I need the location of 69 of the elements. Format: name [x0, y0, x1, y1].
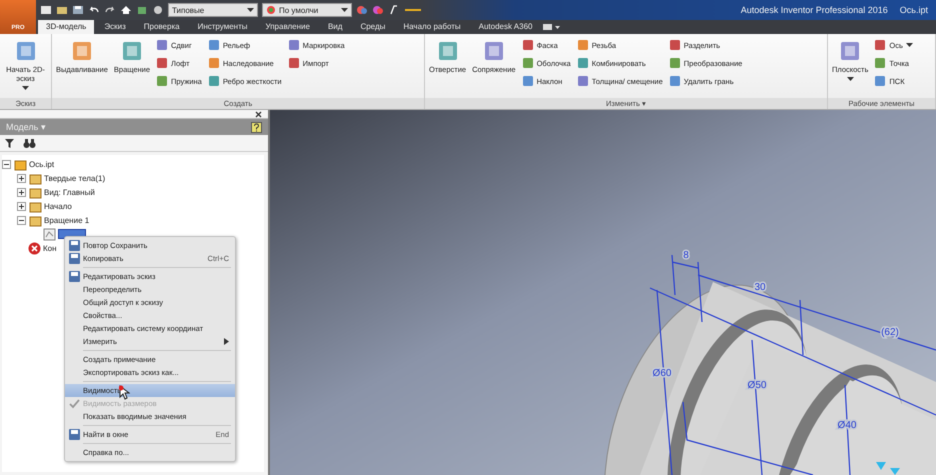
folder-icon	[14, 158, 27, 170]
folder-icon	[56, 5, 68, 15]
square-icon	[576, 39, 589, 51]
folder-icon	[29, 214, 42, 226]
ribbon-tab[interactable]: Autodesk A360	[470, 20, 540, 34]
tree-item[interactable]: Ось.ipt	[29, 160, 54, 168]
square-icon	[288, 57, 300, 69]
style-dropdown[interactable]: Типовые	[168, 3, 258, 17]
square-icon	[208, 57, 220, 69]
style-dropdown[interactable]: По умолчи	[262, 3, 352, 17]
expand-icon[interactable]	[17, 202, 26, 210]
undo-icon	[88, 5, 100, 15]
tree-item[interactable]: Кон	[43, 244, 57, 252]
square-icon	[668, 57, 681, 69]
square-icon	[576, 57, 589, 69]
square-icon	[874, 39, 886, 51]
tree-item[interactable]: Вращение 1	[44, 216, 90, 224]
expand-icon[interactable]	[17, 174, 26, 182]
square-icon	[288, 39, 300, 51]
ribbon-tab[interactable]: Вид	[320, 20, 350, 34]
tree-item[interactable]: Начало	[44, 202, 72, 210]
document-name: Ось.ipt	[900, 5, 928, 15]
folder-icon	[29, 200, 42, 212]
square-icon	[874, 75, 886, 87]
window-menu-icon	[542, 23, 562, 31]
ribbon-tab[interactable]: 3D-модель	[38, 20, 94, 34]
shaft-drawing[interactable]	[604, 282, 936, 475]
block-icon	[136, 5, 148, 15]
window-title: Autodesk Inventor Professional 2016	[740, 5, 888, 15]
redo-icon	[104, 5, 116, 15]
sketch-icon	[43, 228, 56, 240]
tree-item[interactable]: Вид: Главный	[44, 188, 95, 196]
save-icon	[72, 5, 84, 15]
caret-icon	[341, 7, 348, 13]
filter-icon	[4, 138, 15, 148]
close-icon	[255, 111, 262, 118]
square-icon	[208, 39, 220, 51]
square-icon	[668, 39, 681, 51]
document-icon	[40, 5, 52, 15]
square-icon	[522, 39, 534, 51]
ribbon-tab[interactable]: Среды	[352, 20, 394, 34]
square-icon	[874, 57, 886, 69]
folder-icon	[29, 186, 42, 198]
collapse-icon[interactable]	[2, 160, 11, 168]
color-wheel-icon	[266, 5, 276, 15]
binoculars-icon	[23, 138, 36, 148]
cursor-icon	[119, 385, 130, 400]
ribbon-tab[interactable]: Начало работы	[395, 20, 469, 34]
axis-triad-icon	[876, 462, 900, 475]
caret-icon	[247, 7, 254, 13]
expand-icon[interactable]	[17, 188, 26, 196]
square-icon	[156, 75, 168, 87]
home-icon	[120, 5, 132, 15]
help-icon	[251, 122, 262, 132]
square-icon	[668, 75, 681, 87]
ribbon-tab[interactable]: Управление	[257, 20, 318, 34]
square-icon	[522, 57, 534, 69]
ribbon-tab[interactable]: Инструменты	[190, 20, 256, 34]
ribbon-tab[interactable]: Эскиз	[96, 20, 134, 34]
collapse-icon[interactable]	[17, 216, 26, 224]
circle-icon	[152, 5, 164, 15]
tree-item[interactable]: Твердые тела(1)	[44, 174, 106, 182]
square-icon	[156, 39, 168, 51]
folder-icon	[29, 172, 42, 184]
square-icon	[576, 75, 589, 87]
square-icon	[522, 75, 534, 87]
square-icon	[156, 57, 168, 69]
ribbon-tab[interactable]: Проверка	[136, 20, 188, 34]
square-icon	[208, 75, 220, 87]
